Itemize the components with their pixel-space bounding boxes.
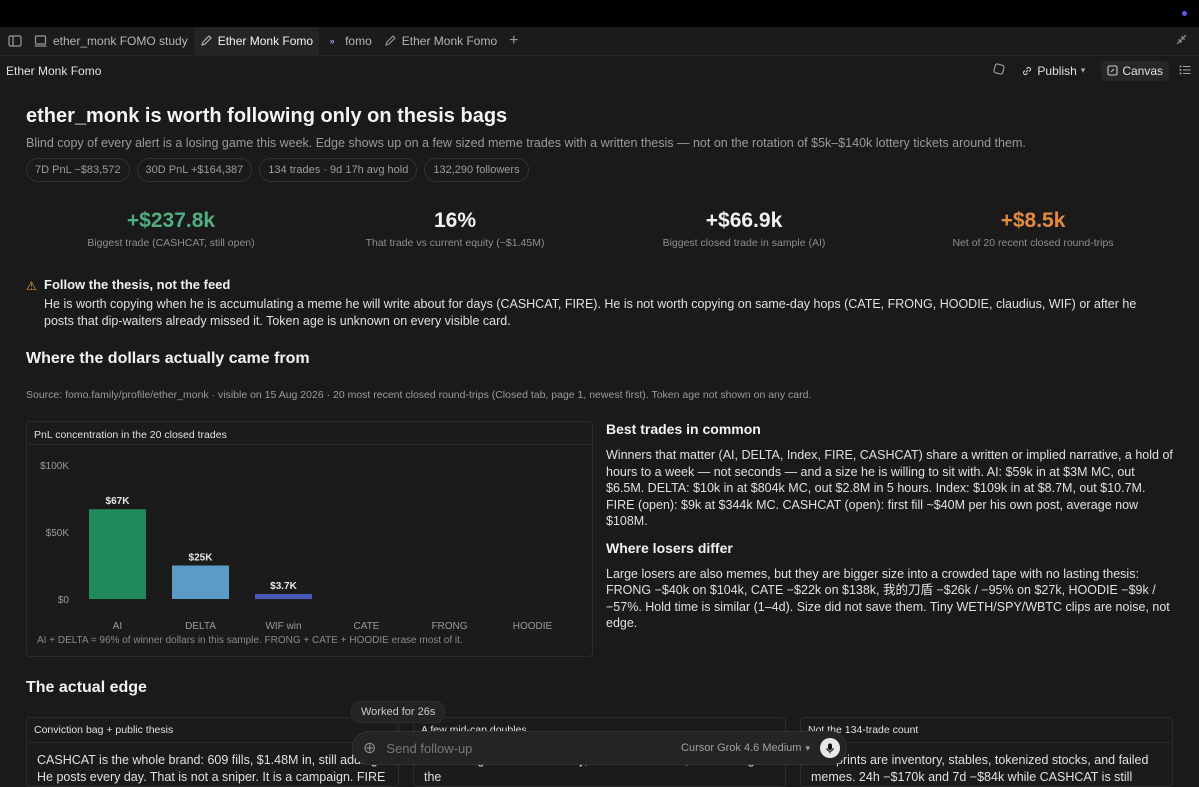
page-title: ether_monk is worth following only on th… <box>26 105 508 127</box>
fomo-logo-icon: » <box>329 36 335 46</box>
page-subtitle: Blind copy of every alert is a losing ga… <box>26 136 1026 150</box>
stat-biggest-trade: +$237.8k Biggest trade (CASHCAT, still o… <box>26 209 316 249</box>
chevron-down-icon: ▾ <box>805 742 810 753</box>
y-tick-label: $100K <box>40 461 69 472</box>
document-title-bar: Ether Monk Fomo Publish ▾ Canvas <box>0 57 1199 84</box>
link-icon <box>1023 66 1032 75</box>
tab-ether-monk-fomo-2[interactable]: Ether Monk Fomo <box>378 27 503 56</box>
stat-label: Net of 20 recent closed round-trips <box>952 237 1114 249</box>
notification-dot <box>1182 11 1187 16</box>
publish-label: Publish <box>1037 63 1077 78</box>
model-selector[interactable]: Cursor Grok 4.6 Medium ▾ <box>681 742 810 754</box>
canvas-icon <box>1107 65 1118 76</box>
x-tick-label: DELTA <box>185 621 216 632</box>
chart-title: PnL concentration in the 20 closed trade… <box>34 429 227 441</box>
worked-badge: Worked for 26s <box>351 701 446 723</box>
data-label: $25K <box>189 553 214 564</box>
share-icon <box>993 63 1006 75</box>
stat-biggest-closed: +$66.9k Biggest closed trade in sample (… <box>599 209 889 249</box>
share-button[interactable] <box>993 63 1006 78</box>
tab-label: Ether Monk Fomo <box>217 34 314 48</box>
bar <box>89 509 146 599</box>
losers-body: Large losers are also memes, but they ar… <box>606 566 1170 631</box>
stat-value: +$8.5k <box>1000 209 1066 232</box>
tab-fomo[interactable]: » fomo <box>319 27 378 56</box>
source-note: Source: fomo.family/profile/ether_monk ·… <box>26 389 812 401</box>
stat-net-roundtrips: +$8.5k Net of 20 recent closed round-tri… <box>888 209 1178 249</box>
notebook-icon <box>34 35 47 47</box>
card-conviction: Conviction bag + public thesis CASHCAT i… <box>26 717 399 787</box>
stat-label: That trade vs current equity (~$1.45M) <box>365 237 545 249</box>
list-icon <box>1179 65 1191 74</box>
tab-ether-monk-fomo-active[interactable]: Ether Monk Fomo <box>193 26 320 56</box>
tab-label: Ether Monk Fomo <box>401 34 498 48</box>
stat-chips: 7D PnL −$83,572 30D PnL +$164,387 134 tr… <box>26 158 529 182</box>
canvas-label: Canvas <box>1122 63 1163 78</box>
stat-label: Biggest closed trade in sample (AI) <box>662 237 826 249</box>
card-trade-count: Not the 134-trade count Blueprints are i… <box>800 717 1173 787</box>
section-heading-edge: The actual edge <box>26 679 147 696</box>
microphone-icon <box>826 743 834 753</box>
bar <box>172 565 229 599</box>
stat-value: 16% <box>433 209 477 232</box>
outline-button[interactable] <box>1179 64 1191 78</box>
document-title: Ether Monk Fomo <box>6 63 102 78</box>
chart-note: AI + DELTA = 96% of winner dollars in th… <box>37 635 463 646</box>
best-trades-heading: Best trades in common <box>606 421 761 437</box>
best-trades-body: Winners that matter (AI, DELTA, Index, F… <box>606 448 1173 528</box>
data-label: $67K <box>106 496 131 507</box>
add-attachment-button[interactable]: ⊕ <box>363 738 376 758</box>
tab-ether-monk-study[interactable]: ether_monk FOMO study <box>28 27 194 56</box>
section-heading-dollars: Where the dollars actually came from <box>26 350 310 367</box>
losers-heading: Where losers differ <box>606 539 733 556</box>
follow-up-input[interactable] <box>386 740 672 756</box>
chip-trades: 134 trades · 9d 17h avg hold <box>259 158 418 182</box>
pen-icon <box>200 35 212 46</box>
chip-30d-pnl: 30D PnL +$164,387 <box>136 158 253 182</box>
new-tab-button[interactable]: + <box>503 27 524 56</box>
chevron-down-icon: ▾ <box>1080 65 1086 75</box>
chip-7d-pnl: 7D PnL −$83,572 <box>26 158 130 182</box>
callout-title: Follow the thesis, not the feed <box>44 277 231 292</box>
stats-row: +$237.8k Biggest trade (CASHCAT, still o… <box>26 209 1176 259</box>
y-tick-label: $0 <box>58 595 70 606</box>
x-tick-label: AI <box>113 621 122 632</box>
tab-bar: ether_monk FOMO study Ether Monk Fomo » … <box>0 26 1199 56</box>
model-label: Cursor Grok 4.6 Medium <box>681 742 802 754</box>
sidebar-toggle-button[interactable] <box>0 27 28 56</box>
chart-canvas: $100K $50K $0 $67K AI $25K DELTA $3.7K WIF win CA… <box>40 461 553 632</box>
analysis-column: Best trades in common Winners that matte… <box>606 421 1176 632</box>
card-header: Conviction bag + public thesis <box>27 718 398 743</box>
microphone-button[interactable] <box>820 738 840 758</box>
tab-label: fomo <box>345 34 372 48</box>
follow-up-composer: ⊕ Cursor Grok 4.6 Medium ▾ <box>352 731 847 765</box>
chip-followers: 132,290 followers <box>424 158 529 182</box>
warning-icon: ⚠ <box>26 279 37 293</box>
bar <box>255 594 312 599</box>
stat-vs-equity: 16% That trade vs current equity (~$1.45… <box>310 209 600 249</box>
card-body: Blueprints are inventory, stables, token… <box>811 753 1149 784</box>
stat-value: +$66.9k <box>705 209 783 232</box>
callout-body: He is worth copying when he is accumulat… <box>44 297 1137 328</box>
collapse-icon <box>1176 34 1187 45</box>
x-tick-label: FRONG <box>431 621 467 632</box>
x-tick-label: CATE <box>354 621 380 632</box>
stat-label: Biggest trade (CASHCAT, still open) <box>87 237 255 249</box>
top-bar <box>0 0 1199 27</box>
plus-icon: + <box>509 32 519 49</box>
data-label: $3.7K <box>270 581 297 592</box>
canvas-button[interactable]: Canvas <box>1101 60 1169 81</box>
card-body: CASHCAT is the whole brand: 609 fills, $… <box>37 753 386 784</box>
tab-label: ether_monk FOMO study <box>53 34 188 48</box>
x-tick-label: WIF win <box>265 621 301 632</box>
publish-button[interactable]: Publish ▾ <box>1015 61 1091 81</box>
y-tick-label: $50K <box>46 528 70 539</box>
collapse-button[interactable] <box>1176 34 1199 48</box>
pnl-chart: PnL concentration in the 20 closed trade… <box>26 421 593 657</box>
stat-value: +$237.8k <box>126 209 216 232</box>
sidebar-icon <box>8 35 22 47</box>
x-tick-label: HOODIE <box>513 621 553 632</box>
pen-icon <box>384 35 396 46</box>
card-header: Not the 134-trade count <box>801 718 1172 743</box>
